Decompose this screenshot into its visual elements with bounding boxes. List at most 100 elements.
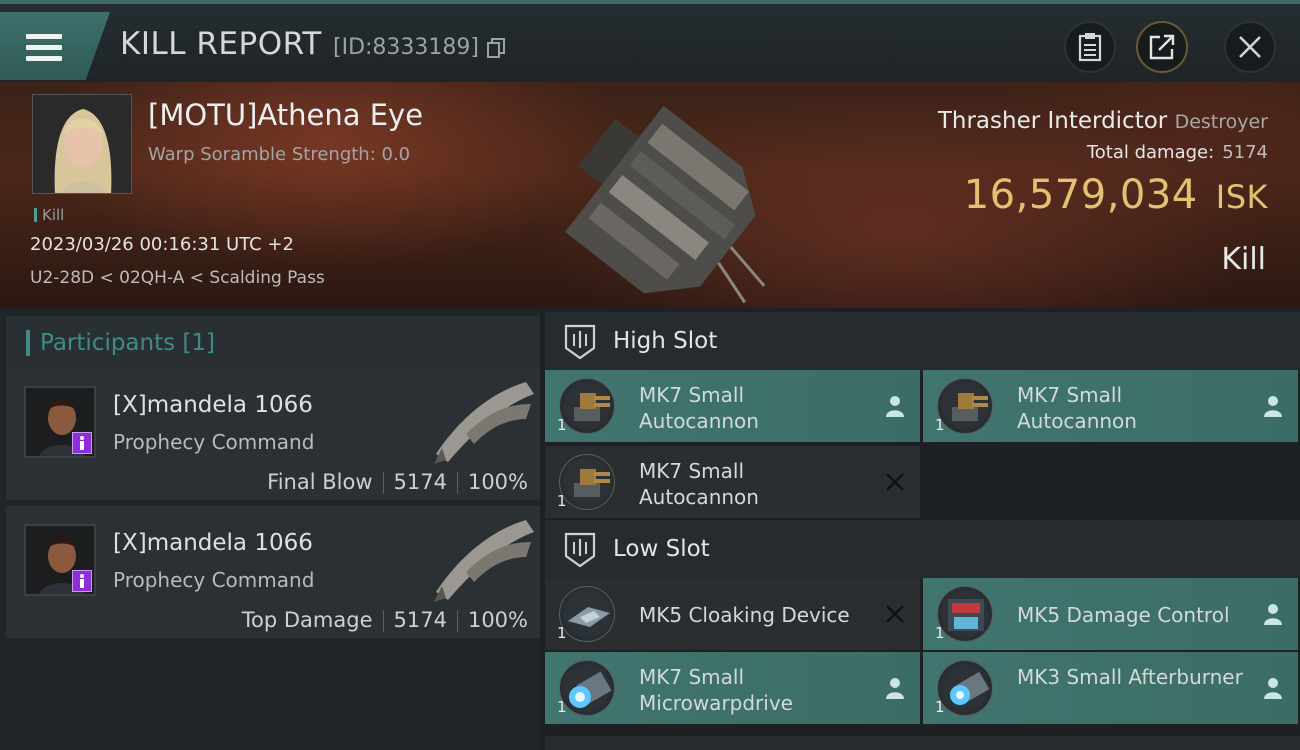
module-item[interactable]: 1 MK3 Small Afterburner — [923, 652, 1298, 724]
participant-damage: 5174 — [393, 608, 447, 632]
title-bar: KILL REPORT [ID:8333189] — [0, 0, 1300, 82]
module-name: MK5 Cloaking Device — [639, 603, 850, 627]
copy-icon[interactable] — [487, 38, 505, 58]
participants-label: Participants [1] — [40, 330, 215, 356]
isk-amount: 16,579,034 — [963, 172, 1198, 218]
ship-type: Thrasher Interdictor — [937, 108, 1168, 134]
victim-avatar[interactable] — [32, 94, 132, 194]
destroyed-x-icon — [886, 473, 904, 491]
kill-location: U2-28D < 02QH-A < Scalding Pass — [30, 268, 325, 288]
participant-role: Top Damage — [241, 608, 373, 632]
divider — [382, 610, 384, 632]
participant-name: [X]mandela 1066 — [113, 392, 313, 418]
divider — [382, 472, 384, 494]
kill-tag: Kill — [34, 206, 64, 224]
low-slot-header: Low Slot — [545, 520, 1300, 578]
module-name: MK7 Small Autocannon — [1017, 383, 1137, 433]
participants-header: Participants [1] — [6, 316, 540, 368]
cloak-icon — [559, 586, 615, 642]
damage-control-icon — [937, 586, 993, 642]
module-item[interactable]: 1 MK5 Damage Control — [923, 578, 1298, 650]
next-slot-header — [545, 736, 1300, 750]
module-name: MK7 Small Microwarpdrive — [639, 665, 793, 715]
participant-damage: 5174 — [393, 470, 447, 494]
participant-stats: Top Damage 5174 100% — [242, 608, 528, 632]
autocannon-icon — [559, 454, 615, 510]
participant-avatar — [24, 386, 96, 458]
close-icon — [1239, 36, 1261, 58]
kill-datetime: 2023/03/26 00:16:31 UTC +2 — [30, 234, 294, 255]
module-item[interactable]: 1 MK7 Small Autocannon — [545, 370, 920, 442]
low-slot-icon — [564, 532, 596, 568]
victim-banner: [MOTU]Athena Eye Warp Soramble Strength:… — [0, 82, 1300, 308]
module-quantity: 1 — [935, 698, 945, 716]
divider — [456, 472, 458, 494]
report-id: [ID:8333189] — [333, 35, 479, 60]
dropped-person-icon — [1264, 604, 1282, 625]
participant-row[interactable]: [X]mandela 1066 Prophecy Command Final B… — [6, 368, 540, 500]
total-damage-value: 5174 — [1222, 142, 1268, 163]
participant-avatar — [24, 524, 96, 596]
dropped-person-icon — [1264, 396, 1282, 417]
high-slot-header: High Slot — [545, 312, 1300, 370]
low-slot-label: Low Slot — [613, 536, 710, 562]
badge-icon — [80, 436, 84, 450]
share-button[interactable] — [1136, 21, 1188, 73]
module-quantity: 1 — [557, 492, 567, 510]
dropped-person-icon — [886, 396, 904, 417]
participant-percent: 100% — [467, 608, 528, 632]
close-button[interactable] — [1224, 21, 1276, 73]
destroyed-x-icon — [886, 605, 904, 623]
victim-name[interactable]: [MOTU]Athena Eye — [148, 98, 423, 132]
warp-scramble-strength: Warp Soramble Strength: 0.0 — [148, 144, 411, 165]
module-name: MK3 Small Afterburner — [1017, 665, 1243, 689]
badge-icon — [80, 574, 84, 588]
victim-ship-image — [565, 105, 765, 304]
module-quantity: 1 — [557, 624, 567, 642]
module-item[interactable]: 1 MK7 Small Autocannon — [923, 370, 1298, 442]
module-item[interactable]: 1 MK7 Small Autocannon — [545, 446, 920, 518]
clipboard-button[interactable] — [1064, 21, 1116, 73]
participant-ship-image — [434, 382, 534, 464]
participant-row[interactable]: [X]mandela 1066 Prophecy Command Top Dam… — [6, 506, 540, 638]
clipboard-icon — [1078, 33, 1102, 62]
menu-button[interactable] — [0, 12, 110, 80]
module-quantity: 1 — [557, 698, 567, 716]
dropped-person-icon — [886, 678, 904, 699]
report-result: Kill — [1221, 242, 1266, 277]
module-quantity: 1 — [557, 416, 567, 434]
participant-percent: 100% — [467, 470, 528, 494]
page-title: KILL REPORT — [120, 26, 322, 62]
module-name: MK7 Small Autocannon — [639, 459, 759, 509]
divider — [456, 610, 458, 632]
participant-ship: Prophecy Command — [113, 568, 315, 592]
participant-ship-image — [434, 520, 534, 602]
module-name: MK5 Damage Control — [1017, 603, 1230, 627]
victim-ship[interactable]: Thrasher Interdictor Destroyer — [938, 108, 1268, 134]
share-icon — [1149, 34, 1175, 60]
participant-role: Final Blow — [267, 470, 373, 494]
participants-panel: Participants [1] [X]mandela 1066 Prophec… — [0, 310, 540, 750]
section-marker — [26, 330, 30, 356]
isk-value: 16,579,034 ISK — [964, 172, 1268, 218]
autocannon-icon — [559, 378, 615, 434]
total-damage: Total damage: 5174 — [1087, 142, 1268, 163]
microwarpdrive-icon — [559, 660, 615, 716]
module-name: MK7 Small Autocannon — [639, 383, 759, 433]
module-quantity: 1 — [935, 624, 945, 642]
module-item[interactable]: 1 MK7 Small Microwarpdrive — [545, 652, 920, 724]
afterburner-icon — [937, 660, 993, 716]
fitting-panel: High Slot 1 MK7 Small Autocannon 1 MK7 S… — [545, 310, 1300, 750]
dropped-person-icon — [1264, 678, 1282, 699]
role-badge — [72, 432, 92, 454]
module-item[interactable]: 1 MK5 Cloaking Device — [545, 578, 920, 650]
module-quantity: 1 — [935, 416, 945, 434]
hamburger-icon — [26, 34, 62, 62]
ship-class: Destroyer — [1174, 111, 1268, 133]
isk-unit: ISK — [1215, 178, 1268, 216]
total-damage-label: Total damage: — [1086, 142, 1215, 163]
portrait-icon — [33, 95, 131, 193]
role-badge — [72, 570, 92, 592]
high-slot-icon — [564, 324, 596, 360]
autocannon-icon — [937, 378, 993, 434]
